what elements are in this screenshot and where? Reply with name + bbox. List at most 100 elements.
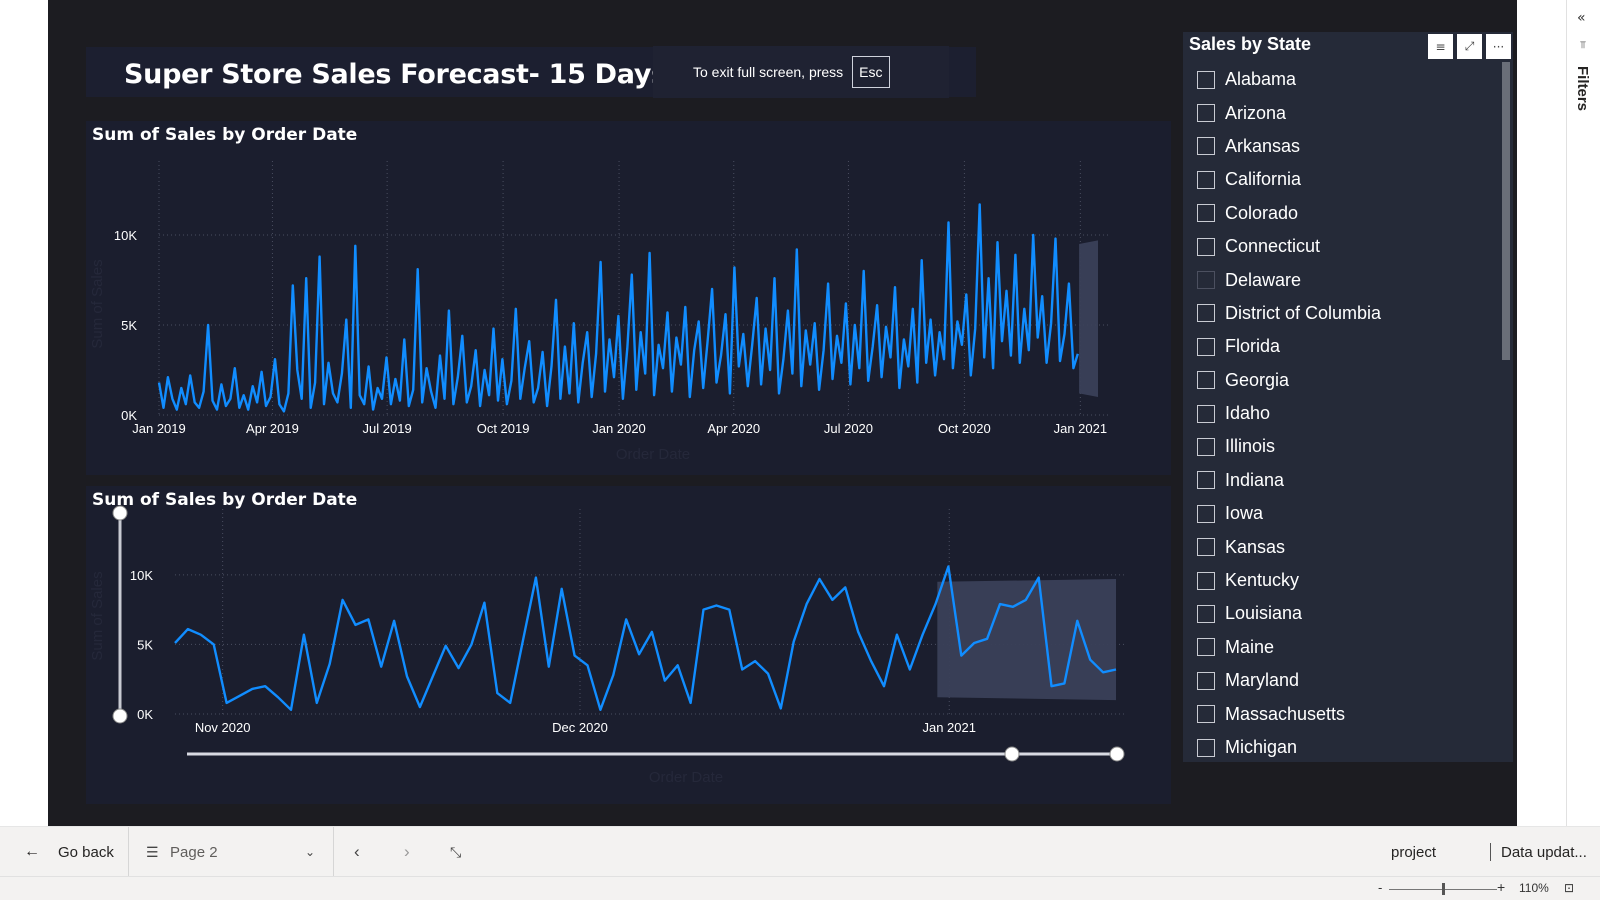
previous-page-icon[interactable]: ‹ — [354, 827, 360, 877]
y-tick-label: 10K — [114, 228, 137, 243]
workspace-name: project — [1391, 843, 1437, 861]
chart-svg: 0K 5K 10K Nov 2020 Dec 2020 Jan 2021 Order Dat… — [89, 505, 1126, 786]
y-tick-label: 5K — [137, 637, 153, 652]
sales-line-chart-full[interactable]: Sum of Sales by Order Date 0K 5K 10K Jan 20… — [86, 121, 1171, 475]
y-tick-label: 10K — [130, 568, 153, 583]
slicer-item-label: Arizona — [1225, 102, 1287, 123]
slicer-item-label: Massachusetts — [1225, 703, 1346, 724]
slicer-item[interactable]: Colorado — [1197, 197, 1381, 230]
x-axis-title: Order Date — [616, 446, 690, 463]
slicer-item[interactable]: Kansas — [1197, 530, 1381, 563]
expand-filters-icon[interactable]: « — [1577, 10, 1586, 26]
slicer-item-label: Louisiana — [1225, 603, 1303, 624]
chevron-down-icon[interactable]: ⌄ — [305, 827, 315, 877]
checkbox[interactable] — [1197, 571, 1215, 590]
checkbox[interactable] — [1197, 705, 1215, 724]
slicer-item-label: Georgia — [1225, 369, 1290, 390]
page-list-icon[interactable]: ☰ — [146, 827, 159, 877]
filter-icon[interactable]: ≡ — [1428, 34, 1453, 59]
y-range-handle-top — [112, 505, 128, 521]
slicer-scrollbar[interactable] — [1502, 62, 1510, 360]
checkbox[interactable] — [1197, 504, 1215, 523]
slicer-item-label: Florida — [1225, 336, 1281, 357]
chart-svg: 0K5K10KJan 2019 Apr 2019 Jul 2019 Oct 2019 J… — [89, 161, 1108, 463]
x-range-handle-end — [1109, 746, 1125, 762]
fit-to-page-icon[interactable]: ⊡ — [1564, 881, 1574, 895]
data-updated-label: Data updat... — [1501, 843, 1587, 861]
checkbox[interactable] — [1197, 337, 1215, 356]
slicer-item[interactable]: Georgia — [1197, 364, 1381, 397]
sales-line-chart-zoomed[interactable]: Sum of Sales by Order Date 0K 5K 10K Nov 20… — [86, 486, 1171, 804]
checkbox[interactable] — [1197, 738, 1215, 757]
zoom-in-button[interactable]: + — [1497, 879, 1505, 895]
checkbox[interactable] — [1197, 70, 1215, 89]
y-tick-label: 0K — [137, 707, 153, 722]
zoom-out-button[interactable]: - — [1378, 880, 1382, 895]
slicer-item[interactable]: District of Columbia — [1197, 297, 1381, 330]
page-selector[interactable]: Page 2 — [170, 827, 218, 877]
checkbox[interactable] — [1197, 237, 1215, 256]
esc-key-badge: Esc — [852, 56, 890, 88]
slicer-item[interactable]: California — [1197, 163, 1381, 196]
slicer-item[interactable]: Delaware — [1197, 263, 1381, 296]
checkbox[interactable] — [1197, 604, 1215, 623]
slicer-item-label: Illinois — [1225, 436, 1276, 457]
fullscreen-toast: To exit full screen, press Esc — [653, 46, 949, 98]
filter-funnel-icon[interactable]: ⫪ — [1580, 40, 1586, 51]
slicer-item[interactable]: Michigan — [1197, 731, 1381, 764]
checkbox[interactable] — [1197, 204, 1215, 223]
y-range-handle-bottom — [112, 708, 128, 724]
checkbox[interactable] — [1197, 671, 1215, 690]
x-tick-label: Dec 2020 — [552, 720, 608, 735]
y-axis-title: Sum of Sales — [89, 259, 106, 348]
x-tick-label: Apr 2019 — [246, 421, 299, 436]
x-tick-label: Jan 2020 — [592, 421, 646, 436]
checkbox[interactable] — [1197, 271, 1215, 290]
go-back-button[interactable]: Go back — [58, 827, 114, 877]
slicer-item[interactable]: Florida — [1197, 330, 1381, 363]
focus-mode-icon[interactable]: ⤢ — [1457, 34, 1482, 59]
filters-pane[interactable]: « ⫪ Filters — [1566, 0, 1600, 826]
divider — [1490, 843, 1491, 861]
x-range-handle-start — [1004, 746, 1020, 762]
exit-fullscreen-icon[interactable]: ⤡ — [450, 827, 461, 877]
divider — [333, 827, 334, 877]
slicer-item[interactable]: Louisiana — [1197, 597, 1381, 630]
checkbox[interactable] — [1197, 304, 1215, 323]
checkbox[interactable] — [1197, 170, 1215, 189]
next-page-icon[interactable]: › — [404, 827, 410, 877]
checkbox[interactable] — [1197, 437, 1215, 456]
slicer-item[interactable]: Iowa — [1197, 497, 1381, 530]
state-slicer: Sales by State ≡ ⤢ ··· Alabama Arizona Ark… — [1183, 32, 1513, 762]
slicer-item[interactable]: Maryland — [1197, 664, 1381, 697]
report-canvas: Super Store Sales Forecast- 15 Days Fore… — [48, 0, 1517, 826]
checkbox[interactable] — [1197, 471, 1215, 490]
x-tick-label: Jan 2019 — [132, 421, 186, 436]
slicer-item[interactable]: Arizona — [1197, 96, 1381, 129]
slicer-item[interactable]: Indiana — [1197, 464, 1381, 497]
x-tick-label: Jul 2020 — [824, 421, 873, 436]
slicer-item[interactable]: Illinois — [1197, 430, 1381, 463]
slicer-item[interactable]: Idaho — [1197, 397, 1381, 430]
slicer-header-icons: ≡ ⤢ ··· — [1428, 34, 1511, 59]
checkbox[interactable] — [1197, 137, 1215, 156]
slicer-item-label: Idaho — [1225, 403, 1271, 424]
back-arrow-icon[interactable]: ← — [24, 827, 40, 877]
slicer-item[interactable]: Kentucky — [1197, 564, 1381, 597]
checkbox[interactable] — [1197, 638, 1215, 657]
checkbox[interactable] — [1197, 104, 1215, 123]
slicer-item[interactable]: Alabama — [1197, 63, 1381, 96]
x-tick-label: Jan 2021 — [1054, 421, 1108, 436]
slicer-item[interactable]: Massachusetts — [1197, 697, 1381, 730]
zoom-slider-thumb[interactable] — [1442, 883, 1445, 895]
x-tick-label: Apr 2020 — [707, 421, 760, 436]
more-options-icon[interactable]: ··· — [1486, 34, 1511, 59]
slicer-item[interactable]: Arkansas — [1197, 130, 1381, 163]
slicer-item[interactable]: Connecticut — [1197, 230, 1381, 263]
filters-label[interactable]: Filters — [1574, 66, 1591, 111]
slicer-item-label: California — [1225, 169, 1302, 190]
checkbox[interactable] — [1197, 404, 1215, 423]
checkbox[interactable] — [1197, 371, 1215, 390]
slicer-item[interactable]: Maine — [1197, 631, 1381, 664]
checkbox[interactable] — [1197, 538, 1215, 557]
